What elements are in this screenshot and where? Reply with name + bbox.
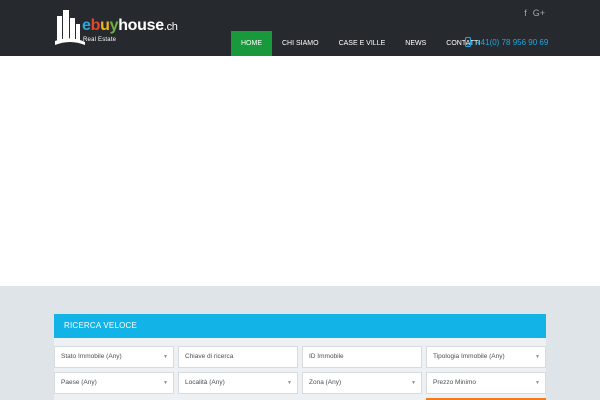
mobile-phone-icon <box>465 37 471 47</box>
field-placeholder: ID Immobile <box>309 353 344 360</box>
field-label: Paese (Any) <box>61 379 97 386</box>
field-label: Stato Immobile (Any) <box>61 353 122 360</box>
chevron-down-icon: ▼ <box>163 354 168 360</box>
nav-item-news[interactable]: NEWS <box>395 31 436 56</box>
field-label: Zona (Any) <box>309 379 342 386</box>
chevron-down-icon: ▼ <box>411 380 416 386</box>
prezzo-minimo-select[interactable]: Prezzo Minimo ▼ <box>426 372 546 394</box>
google-plus-icon[interactable]: G+ <box>533 8 545 18</box>
quick-search-section: RICERCA VELOCE Stato Immobile (Any) ▼ Ch… <box>0 286 600 400</box>
facebook-icon[interactable]: f <box>524 8 527 18</box>
phone-contact[interactable]: +41(0) 78 956 90 69 <box>465 37 548 47</box>
site-header: ebuyhouse.ch Real Estate f G+ HOME CHI S… <box>0 0 600 56</box>
localita-select[interactable]: Località (Any) ▼ <box>178 372 298 394</box>
stato-immobile-select[interactable]: Stato Immobile (Any) ▼ <box>54 346 174 368</box>
chevron-down-icon: ▼ <box>163 380 168 386</box>
logo-letter-y: y <box>109 17 119 34</box>
quick-search-header: RICERCA VELOCE <box>54 314 546 338</box>
zona-select[interactable]: Zona (Any) ▼ <box>302 372 422 394</box>
field-label: Prezzo Minimo <box>433 379 476 386</box>
hero-area <box>0 56 600 286</box>
main-nav: HOME CHI SIAMO CASE E VILLE NEWS CONTATT… <box>231 31 490 56</box>
logo-letter-b: b <box>90 17 101 34</box>
nav-item-home[interactable]: HOME <box>231 31 272 56</box>
social-links: f G+ <box>524 8 545 18</box>
logo-wordmark: ebuyhouse.ch <box>82 17 178 35</box>
field-placeholder: Chiave di ricerca <box>185 353 234 360</box>
logo-tld: .ch <box>163 21 178 33</box>
nav-item-case-e-ville[interactable]: CASE E VILLE <box>329 31 396 56</box>
logo-subtitle: Real Estate <box>83 37 117 43</box>
chevron-down-icon: ▼ <box>535 354 540 360</box>
paese-select[interactable]: Paese (Any) ▼ <box>54 372 174 394</box>
chiave-ricerca-input[interactable]: Chiave di ricerca <box>178 346 298 368</box>
quick-search-form: Stato Immobile (Any) ▼ Chiave di ricerca… <box>54 338 546 400</box>
logo-letter-e: e <box>82 17 91 34</box>
chevron-down-icon: ▼ <box>535 380 540 386</box>
field-label: Località (Any) <box>185 379 225 386</box>
tipologia-immobile-select[interactable]: Tipologia Immobile (Any) ▼ <box>426 346 546 368</box>
chevron-down-icon: ▼ <box>287 380 292 386</box>
field-label: Tipologia Immobile (Any) <box>433 353 505 360</box>
logo-letter-u: u <box>100 17 110 34</box>
logo-word-house: house <box>118 17 164 34</box>
nav-item-chi-siamo[interactable]: CHI SIAMO <box>272 31 329 56</box>
phone-number: +41(0) 78 956 90 69 <box>476 37 549 47</box>
id-immobile-input[interactable]: ID Immobile <box>302 346 422 368</box>
site-logo[interactable]: ebuyhouse.ch Real Estate <box>54 8 184 48</box>
quick-search-title: RICERCA VELOCE <box>64 321 138 330</box>
